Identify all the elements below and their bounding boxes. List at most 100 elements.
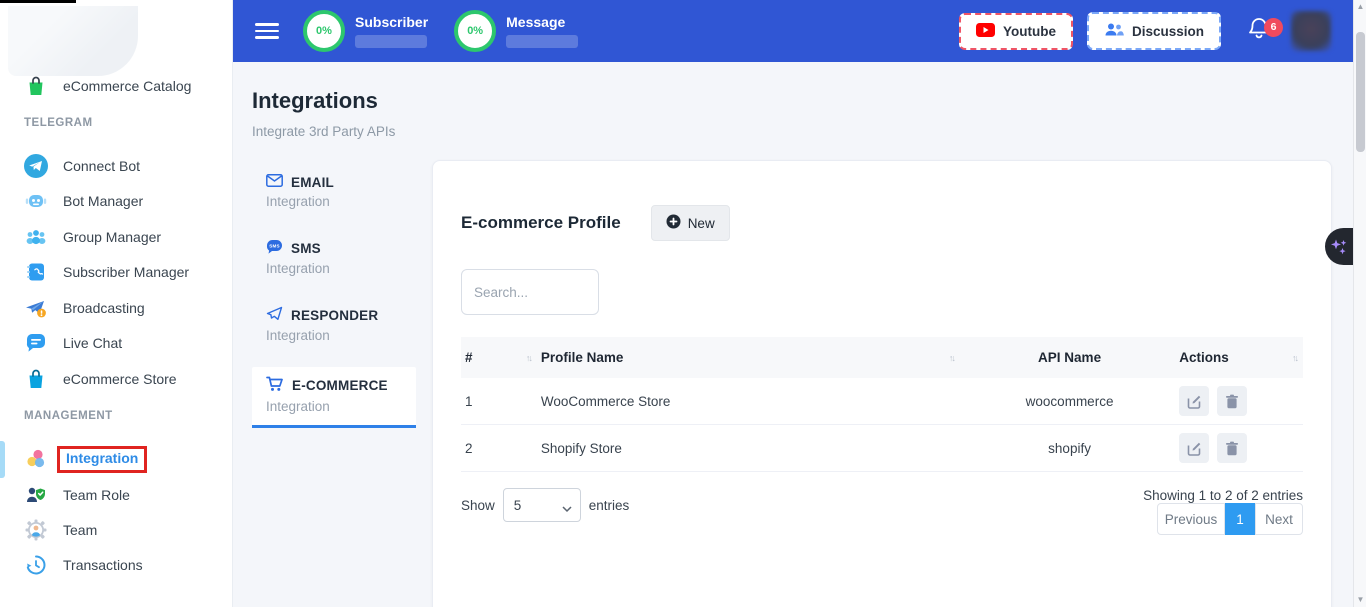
sidebar-item-team-role[interactable]: Team Role	[0, 480, 233, 510]
person-shield-icon	[23, 482, 49, 508]
sidebar-item-label: Bot Manager	[63, 193, 143, 209]
sidebar-item-label: Team	[63, 522, 97, 538]
robot-icon	[23, 188, 49, 214]
sort-icon[interactable]: ↑↓	[1292, 353, 1303, 363]
cell-num: 1	[461, 394, 537, 409]
pagination: Previous 1 Next	[1157, 503, 1303, 535]
search-input[interactable]	[461, 269, 599, 315]
top-header-bar: 0% Subscriber 0% Message Youtube Discuss…	[233, 0, 1353, 62]
sidebar-item-subscriber-manager[interactable]: Subscriber Manager	[0, 257, 233, 287]
previous-page-button[interactable]: Previous	[1157, 503, 1225, 535]
logo-watermark	[8, 6, 138, 76]
cell-api-name: shopify	[960, 441, 1179, 456]
scrollbar-thumb[interactable]	[1356, 32, 1365, 152]
sms-bubble-icon: SMS	[266, 239, 283, 257]
sidebar-item-label: Team Role	[63, 487, 130, 503]
tab-sms-integration[interactable]: SMS SMS Integration	[252, 233, 416, 282]
delete-button[interactable]	[1217, 433, 1247, 463]
sort-icon[interactable]: ↑↓	[949, 353, 960, 363]
people-group-icon	[23, 224, 49, 250]
cart-icon	[266, 376, 284, 395]
tab-subtitle: Integration	[266, 261, 402, 276]
sidebar-section-telegram: TELEGRAM	[24, 117, 93, 129]
edit-button[interactable]	[1179, 433, 1209, 463]
tab-title: EMAIL	[291, 175, 334, 190]
edit-button[interactable]	[1179, 386, 1209, 416]
tab-email-integration[interactable]: EMAIL Integration	[252, 168, 416, 215]
sidebar-item-label: Transactions	[63, 557, 143, 573]
sidebar-item-connect-bot[interactable]: Connect Bot	[0, 151, 233, 181]
subscriber-skeleton-bar	[355, 35, 427, 48]
table-row: 1 WooCommerce Store woocommerce	[461, 378, 1303, 425]
shopping-bag-green-icon	[23, 73, 49, 99]
delete-button[interactable]	[1217, 386, 1247, 416]
color-circles-icon	[23, 446, 49, 472]
sidebar-item-bot-manager[interactable]: Bot Manager	[0, 186, 233, 216]
paper-plane-alert-icon	[23, 295, 49, 321]
column-header-num[interactable]: #↑↓	[461, 350, 537, 365]
column-header-actions[interactable]: Actions↑↓	[1179, 350, 1303, 365]
scroll-down-arrow-icon[interactable]: ▼	[1354, 593, 1366, 607]
shopping-bag-blue-icon	[23, 366, 49, 392]
tab-subtitle: Integration	[266, 399, 402, 414]
cell-profile-name: Shopify Store	[537, 441, 960, 456]
column-header-profile-name[interactable]: Profile Name↑↓	[537, 350, 960, 365]
edit-icon	[1187, 394, 1202, 409]
entries-label: entries	[589, 498, 630, 513]
entries-select[interactable]: 5	[503, 488, 581, 522]
hamburger-menu-icon[interactable]	[255, 19, 279, 44]
page-scrollbar[interactable]: ▲ ▼	[1353, 0, 1366, 607]
next-page-button[interactable]: Next	[1255, 503, 1303, 535]
trash-icon	[1225, 441, 1239, 456]
sidebar: eCommerce Catalog TELEGRAM Connect Bot B…	[0, 0, 233, 607]
tab-title: SMS	[291, 241, 321, 256]
sidebar-item-label: Broadcasting	[63, 300, 145, 316]
showing-entries-summary: Showing 1 to 2 of 2 entries	[1143, 488, 1303, 503]
sidebar-item-label: Group Manager	[63, 229, 161, 245]
tab-subtitle: Integration	[266, 328, 402, 343]
sidebar-item-transactions[interactable]: Transactions	[0, 550, 233, 580]
notification-count-badge: 6	[1264, 18, 1283, 37]
profiles-table: #↑↓ Profile Name↑↓ API Name Actions↑↓ 1 …	[461, 337, 1303, 472]
scroll-up-arrow-icon[interactable]: ▲	[1354, 0, 1366, 14]
sidebar-item-live-chat[interactable]: Live Chat	[0, 328, 233, 358]
contact-book-icon	[23, 259, 49, 285]
show-label: Show	[461, 498, 495, 513]
column-header-api-name[interactable]: API Name	[960, 350, 1179, 365]
subscriber-progress-ring: 0%	[303, 10, 345, 52]
chat-bubble-icon	[23, 330, 49, 356]
sidebar-item-integration[interactable]: Integration	[0, 444, 233, 474]
message-stat: 0% Message	[454, 10, 578, 52]
user-avatar[interactable]	[1291, 11, 1331, 51]
sort-icon[interactable]: ↑↓	[526, 353, 537, 363]
cell-actions	[1179, 386, 1303, 416]
new-button-label: New	[688, 216, 715, 231]
discussion-button[interactable]: Discussion	[1087, 12, 1221, 50]
sidebar-item-group-manager[interactable]: Group Manager	[0, 222, 233, 252]
gear-person-icon	[23, 517, 49, 543]
notification-bell[interactable]: 6	[1247, 16, 1271, 47]
sidebar-item-label: eCommerce Catalog	[63, 78, 191, 94]
tab-title: RESPONDER	[291, 308, 378, 323]
tab-ecommerce-integration[interactable]: E-COMMERCE Integration	[252, 367, 416, 428]
sidebar-item-broadcasting[interactable]: Broadcasting	[0, 293, 233, 323]
sidebar-item-team[interactable]: Team	[0, 515, 233, 545]
send-plane-icon	[266, 306, 283, 324]
sidebar-item-ecommerce-catalog[interactable]: eCommerce Catalog	[0, 71, 233, 101]
message-stat-label: Message	[506, 14, 578, 30]
tab-responder-integration[interactable]: RESPONDER Integration	[252, 300, 416, 349]
page-title: Integrations	[252, 88, 378, 114]
new-profile-button[interactable]: New	[651, 205, 730, 241]
main-content: Integrations Integrate 3rd Party APIs EM…	[233, 62, 1353, 607]
sidebar-item-ecommerce-store[interactable]: eCommerce Store	[0, 364, 233, 394]
trash-icon	[1225, 394, 1239, 409]
plus-circle-icon	[666, 214, 681, 232]
youtube-icon	[976, 23, 995, 40]
sparkles-icon	[1329, 237, 1349, 257]
page-1-button[interactable]: 1	[1225, 503, 1255, 535]
edit-icon	[1187, 441, 1202, 456]
message-progress-ring: 0%	[454, 10, 496, 52]
cell-num: 2	[461, 441, 537, 456]
youtube-button[interactable]: Youtube	[959, 13, 1073, 50]
sidebar-item-label: Live Chat	[63, 335, 122, 351]
